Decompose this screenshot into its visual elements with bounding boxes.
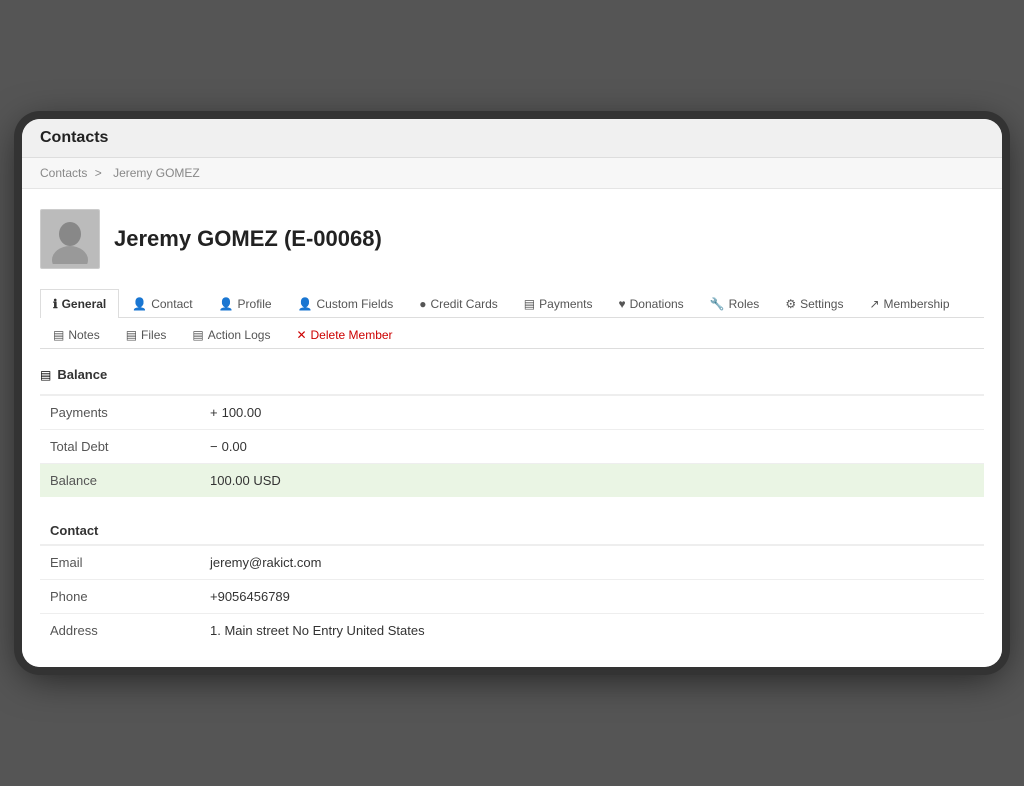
row-value: +100.00 (200, 396, 984, 430)
row-label: Balance (40, 464, 200, 498)
avatar (40, 209, 100, 269)
donations-label: Donations (630, 297, 684, 311)
tab-notes[interactable]: ▤ Notes (40, 320, 113, 349)
plus-icon: + (210, 405, 218, 420)
tab-contact[interactable]: 👤 Contact (119, 289, 205, 318)
membership-icon: ↗ (869, 297, 879, 311)
roles-label: Roles (729, 297, 760, 311)
tab-credit_cards[interactable]: ● Credit Cards (406, 289, 511, 318)
minus-icon: − (210, 439, 218, 454)
tab-general[interactable]: ℹ General (40, 289, 119, 318)
tab-membership[interactable]: ↗ Membership (856, 289, 962, 318)
credit_cards-label: Credit Cards (430, 297, 497, 311)
settings-icon: ⚙ (785, 297, 796, 311)
tab-custom_fields[interactable]: 👤 Custom Fields (285, 289, 407, 318)
balance-table: Payments +100.00 Total Debt −0.00 Balanc… (40, 395, 984, 497)
tab-payments[interactable]: ▤ Payments (511, 289, 606, 318)
balance-title: Balance (57, 367, 107, 382)
tab-roles[interactable]: 🔧 Roles (697, 289, 773, 318)
payments-label: Payments (539, 297, 592, 311)
tabs-row-1: ℹ General 👤 Contact 👤 Profile 👤 Custom Fields ● C… (40, 289, 984, 318)
files-label: Files (141, 328, 166, 342)
general-label: General (62, 297, 107, 311)
tab-profile[interactable]: 👤 Profile (206, 289, 285, 318)
breadcrumb-parent[interactable]: Contacts (40, 166, 87, 180)
table-row: Total Debt −0.00 (40, 430, 984, 464)
balance-icon: ▤ (40, 368, 51, 382)
files-icon: ▤ (126, 328, 137, 342)
roles-icon: 🔧 (710, 297, 725, 311)
row-label: Payments (40, 396, 200, 430)
tab-files[interactable]: ▤ Files (113, 320, 180, 349)
settings-label: Settings (800, 297, 843, 311)
table-row: Payments +100.00 (40, 396, 984, 430)
row-value: +9056456789 (200, 580, 984, 614)
row-label: Address (40, 614, 200, 648)
breadcrumb-separator: > (95, 166, 102, 180)
credit_cards-icon: ● (419, 297, 426, 311)
delete_member-label: Delete Member (311, 328, 393, 342)
balance-section: ▤ Balance Payments +100.00 Total Debt −0… (40, 367, 984, 497)
tab-action_logs[interactable]: ▤ Action Logs (179, 320, 283, 349)
notes-label: Notes (68, 328, 99, 342)
row-value: 100.00 USD (200, 464, 984, 498)
payments-icon: ▤ (524, 297, 535, 311)
tab-settings[interactable]: ⚙ Settings (772, 289, 856, 318)
contact-section-title: Contact (40, 515, 984, 544)
custom_fields-label: Custom Fields (317, 297, 394, 311)
breadcrumb: Contacts > Jeremy GOMEZ (22, 158, 1002, 189)
custom_fields-icon: 👤 (298, 297, 313, 311)
contact-label: Contact (151, 297, 192, 311)
notes-icon: ▤ (53, 328, 64, 342)
donations-icon: ♥ (619, 297, 626, 311)
breadcrumb-current: Jeremy GOMEZ (113, 166, 200, 180)
action_logs-label: Action Logs (208, 328, 271, 342)
profile-label: Profile (238, 297, 272, 311)
app-title-bar: Contacts (22, 119, 1002, 158)
contact-icon: 👤 (132, 297, 147, 311)
delete_member-icon: ✕ (296, 328, 306, 342)
row-value: −0.00 (200, 430, 984, 464)
device-frame: Contacts Contacts > Jeremy GOMEZ Jeremy … (22, 119, 1002, 667)
row-label: Total Debt (40, 430, 200, 464)
content-area: Jeremy GOMEZ (E-00068) ℹGeneral👤Contact👤… (22, 189, 1002, 667)
contact-section: Contact Email jeremy@rakict.com Phone +9… (40, 515, 984, 647)
row-value: 1. Main street No Entry United States (200, 614, 984, 648)
app-title: Contacts (40, 129, 984, 147)
member-name: Jeremy GOMEZ (E-00068) (114, 226, 382, 252)
balance-section-header: ▤ Balance (40, 367, 984, 388)
tabs-row-2: ▤ Notes ▤ Files ▤ Action Logs ✕ Delete Member (40, 318, 984, 349)
table-row: Email jeremy@rakict.com (40, 546, 984, 580)
membership-label: Membership (884, 297, 950, 311)
general-icon: ℹ (53, 297, 58, 311)
row-label: Phone (40, 580, 200, 614)
row-value: jeremy@rakict.com (200, 546, 984, 580)
action_logs-icon: ▤ (192, 328, 203, 342)
profile-icon: 👤 (219, 297, 234, 311)
tab-delete_member[interactable]: ✕ Delete Member (283, 320, 405, 349)
tab-donations[interactable]: ♥ Donations (606, 289, 697, 318)
table-row: Address 1. Main street No Entry United S… (40, 614, 984, 648)
contact-table: Email jeremy@rakict.com Phone +905645678… (40, 545, 984, 647)
table-row: Balance 100.00 USD (40, 464, 984, 498)
row-label: Email (40, 546, 200, 580)
table-row: Phone +9056456789 (40, 580, 984, 614)
member-header: Jeremy GOMEZ (E-00068) (40, 209, 984, 269)
